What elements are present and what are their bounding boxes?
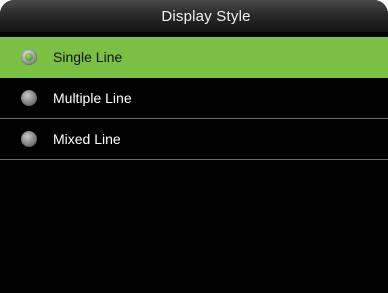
- option-multiple-line[interactable]: Multiple Line: [0, 78, 388, 119]
- option-label: Single Line: [53, 49, 123, 65]
- option-single-line[interactable]: Single Line: [0, 37, 388, 78]
- radio-unselected-icon: [21, 131, 37, 147]
- option-label: Mixed Line: [53, 131, 121, 147]
- option-label: Multiple Line: [53, 90, 132, 106]
- option-mixed-line[interactable]: Mixed Line: [0, 119, 388, 160]
- page-title: Display Style: [161, 7, 251, 25]
- display-style-options: Single Line Multiple Line Mixed Line: [0, 37, 388, 160]
- radio-selected-icon: [21, 49, 37, 65]
- radio-unselected-icon: [21, 90, 37, 106]
- title-bar: Display Style: [0, 0, 388, 32]
- display-style-screen: Display Style Single Line Multiple Line …: [0, 0, 388, 293]
